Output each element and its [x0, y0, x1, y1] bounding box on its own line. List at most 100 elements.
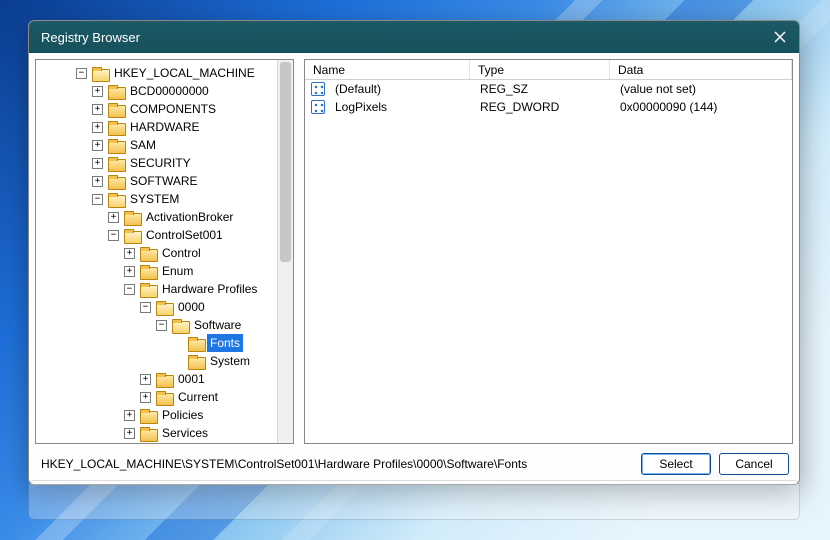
expand-icon[interactable]: +	[92, 176, 103, 187]
tree-node[interactable]: + SOFTWARE	[36, 172, 293, 190]
tree-node[interactable]: + Control	[36, 244, 293, 262]
folder-icon	[156, 373, 172, 386]
tree-node-label: Current	[175, 388, 221, 406]
collapse-icon[interactable]: −	[124, 284, 135, 295]
expand-icon[interactable]: +	[92, 158, 103, 169]
tree-node[interactable]: +Services	[36, 424, 293, 442]
folder-icon	[156, 391, 172, 404]
tree-node-label: 0000	[175, 298, 208, 316]
tree-node[interactable]: + HARDWARE	[36, 118, 293, 136]
folder-icon	[108, 157, 124, 170]
tree-node-label: ControlSet001	[143, 226, 226, 244]
tree-node-label: Fonts	[207, 334, 243, 352]
collapse-icon[interactable]: −	[76, 68, 87, 79]
tree-node-label: COMPONENTS	[127, 100, 219, 118]
tree-node[interactable]: System	[36, 352, 293, 370]
folder-icon	[124, 229, 140, 242]
tree-node[interactable]: − 0000	[36, 298, 293, 316]
folder-icon	[108, 139, 124, 152]
tree-node[interactable]: +BCD00000000	[36, 82, 293, 100]
expand-icon[interactable]: +	[124, 428, 135, 439]
value-row[interactable]: (Default)REG_SZ(value not set)	[305, 80, 792, 98]
cancel-button[interactable]: Cancel	[719, 453, 789, 475]
scrollbar-thumb[interactable]	[280, 62, 291, 262]
titlebar[interactable]: Registry Browser	[29, 21, 799, 53]
collapse-icon[interactable]: −	[108, 230, 119, 241]
folder-icon	[140, 265, 156, 278]
expand-icon[interactable]: +	[124, 410, 135, 421]
tree-node[interactable]: + ActivationBroker	[36, 208, 293, 226]
collapse-icon[interactable]: −	[92, 194, 103, 205]
dialog-body: −HKEY_LOCAL_MACHINE+BCD00000000+COMPONEN…	[29, 53, 799, 444]
collapse-icon[interactable]: −	[140, 302, 151, 313]
path-display: HKEY_LOCAL_MACHINE\SYSTEM\ControlSet001\…	[39, 457, 633, 471]
expand-icon[interactable]: +	[124, 266, 135, 277]
splitter[interactable]	[298, 59, 300, 444]
folder-icon	[108, 85, 124, 98]
tree-node[interactable]: +0001	[36, 370, 293, 388]
folder-icon	[124, 211, 140, 224]
list-rows[interactable]: (Default)REG_SZ(value not set)LogPixelsR…	[305, 80, 792, 443]
tree-node[interactable]: − Hardware Profiles	[36, 280, 293, 298]
expand-icon[interactable]: +	[92, 122, 103, 133]
expand-icon[interactable]: +	[140, 374, 151, 385]
tree-node-label: ActivationBroker	[143, 208, 236, 226]
tree-pane: −HKEY_LOCAL_MACHINE+BCD00000000+COMPONEN…	[35, 59, 294, 444]
tree-node[interactable]: + SAM	[36, 136, 293, 154]
expand-icon[interactable]: +	[124, 248, 135, 259]
expand-icon[interactable]: +	[92, 140, 103, 151]
list-header: Name Type Data	[305, 60, 792, 80]
column-type[interactable]: Type	[470, 60, 610, 79]
folder-icon	[108, 175, 124, 188]
value-type: REG_SZ	[472, 82, 612, 96]
tree-node[interactable]: −HKEY_LOCAL_MACHINE	[36, 64, 293, 82]
tree-node-label: Hardware Profiles	[159, 280, 260, 298]
tree-node[interactable]: − ControlSet001	[36, 226, 293, 244]
expand-icon[interactable]: +	[92, 86, 103, 97]
collapse-icon[interactable]: −	[156, 320, 167, 331]
folder-icon	[140, 247, 156, 260]
registry-browser-dialog: Registry Browser −HKEY_LOCAL_MACHINE+BCD…	[28, 20, 800, 485]
tree-node[interactable]: + COMPONENTS	[36, 100, 293, 118]
folder-icon	[108, 193, 124, 206]
select-button[interactable]: Select	[641, 453, 711, 475]
tree-node[interactable]: + Current	[36, 388, 293, 406]
close-icon[interactable]	[771, 28, 789, 46]
folder-icon	[108, 103, 124, 116]
tree-node[interactable]: − Software	[36, 316, 293, 334]
footer: HKEY_LOCAL_MACHINE\SYSTEM\ControlSet001\…	[29, 444, 799, 484]
folder-icon	[188, 337, 204, 350]
folder-icon	[156, 301, 172, 314]
folder-icon	[140, 409, 156, 422]
expand-icon[interactable]: +	[108, 212, 119, 223]
expand-icon[interactable]: +	[140, 392, 151, 403]
tree-node-label: SAM	[127, 136, 159, 154]
value-name: LogPixels	[327, 100, 472, 114]
tree-node-label: Software	[191, 316, 244, 334]
tree-node-label: HARDWARE	[127, 118, 203, 136]
value-row[interactable]: LogPixelsREG_DWORD0x00000090 (144)	[305, 98, 792, 116]
tree-node[interactable]: Fonts	[36, 334, 293, 352]
value-icon	[311, 100, 325, 114]
value-data: (value not set)	[612, 82, 792, 96]
tree-node[interactable]: +Enum	[36, 262, 293, 280]
values-pane: Name Type Data (Default)REG_SZ(value not…	[304, 59, 793, 444]
column-name[interactable]: Name	[305, 60, 470, 79]
tree-node-label: Control	[159, 244, 204, 262]
tree-scroll[interactable]: −HKEY_LOCAL_MACHINE+BCD00000000+COMPONEN…	[36, 60, 293, 443]
value-type: REG_DWORD	[472, 100, 612, 114]
value-icon	[311, 82, 325, 96]
tree-node[interactable]: −SYSTEM	[36, 190, 293, 208]
folder-icon	[92, 67, 108, 80]
tree-node-label: SOFTWARE	[127, 172, 201, 190]
tree-node[interactable]: +SECURITY	[36, 154, 293, 172]
value-data: 0x00000090 (144)	[612, 100, 792, 114]
expand-icon[interactable]: +	[92, 104, 103, 115]
tree-node[interactable]: +Policies	[36, 406, 293, 424]
tree-node-label: 0001	[175, 370, 208, 388]
value-name: (Default)	[327, 82, 472, 96]
folder-icon	[172, 319, 188, 332]
column-data[interactable]: Data	[610, 60, 792, 79]
scrollbar-vertical[interactable]	[277, 60, 293, 443]
window-title: Registry Browser	[41, 30, 771, 45]
